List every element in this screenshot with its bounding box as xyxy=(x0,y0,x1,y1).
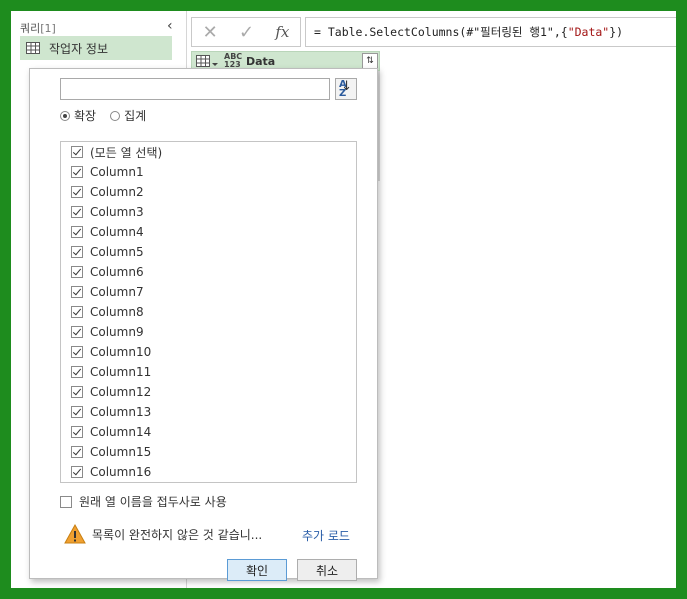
radio-aggregate[interactable]: 집계 xyxy=(110,107,146,124)
column-item[interactable]: Column15 xyxy=(71,442,151,462)
checkbox[interactable] xyxy=(71,466,83,478)
column-item[interactable]: Column12 xyxy=(71,382,151,402)
use-prefix-option[interactable]: 원래 열 이름을 접두사로 사용 xyxy=(60,493,227,510)
column-name: Data xyxy=(246,54,276,68)
checkbox[interactable] xyxy=(71,346,83,358)
query-item-label: 작업자 정보 xyxy=(49,41,109,56)
column-item-label: Column15 xyxy=(90,445,152,459)
queries-header: 쿼리[1] xyxy=(20,20,56,36)
checkbox[interactable] xyxy=(71,266,83,278)
checkbox[interactable] xyxy=(71,426,83,438)
formula-suffix: }) xyxy=(609,25,624,39)
column-item[interactable]: Column8 xyxy=(71,302,144,322)
column-item[interactable]: Column14 xyxy=(71,422,151,442)
column-item-label: Column6 xyxy=(90,265,144,279)
checkbox[interactable] xyxy=(71,226,83,238)
column-item-label: Column5 xyxy=(90,245,144,259)
column-item-label: Column10 xyxy=(90,345,152,359)
checkbox[interactable] xyxy=(71,306,83,318)
power-query-window: 쿼리[1] ‹ 작업자 정보 ✕ ✓ fx = Table.SelectColu… xyxy=(11,11,676,588)
queries-title: 쿼리 xyxy=(20,22,41,35)
radio-expand-label: 확장 xyxy=(74,109,97,123)
expand-column-icon[interactable]: ⇅ xyxy=(362,53,378,69)
expand-column-popup: A Z ↓ 확장 집계 (모든 열 선택) Column1 Column2 Co… xyxy=(29,68,378,581)
radio-aggregate-indicator xyxy=(110,110,121,121)
use-prefix-label: 원래 열 이름을 접두사로 사용 xyxy=(79,495,227,509)
checkbox[interactable] xyxy=(71,206,83,218)
warning-icon xyxy=(64,524,86,544)
column-item-label: Column12 xyxy=(90,385,152,399)
column-item[interactable]: Column4 xyxy=(71,222,144,242)
sort-az-button[interactable]: A Z ↓ xyxy=(335,78,357,100)
checkbox[interactable] xyxy=(71,366,83,378)
sort-arrow-icon: ↓ xyxy=(341,79,352,94)
column-item-label: Column11 xyxy=(90,365,152,379)
column-list[interactable]: (모든 열 선택) Column1 Column2 Column3 Column… xyxy=(60,141,357,483)
confirm-edit-icon[interactable]: ✓ xyxy=(239,22,254,43)
column-item[interactable]: Column7 xyxy=(71,282,144,302)
column-item-label: Column13 xyxy=(90,405,152,419)
column-item[interactable]: Column5 xyxy=(71,242,144,262)
column-item[interactable]: (모든 열 선택) xyxy=(71,142,162,162)
mode-radio-group: 확장 집계 xyxy=(60,107,146,124)
radio-aggregate-label: 집계 xyxy=(124,109,147,123)
column-item-label: Column4 xyxy=(90,225,144,239)
column-item[interactable]: Column13 xyxy=(71,402,151,422)
column-item[interactable]: Column2 xyxy=(71,182,144,202)
column-item[interactable]: Column6 xyxy=(71,262,144,282)
column-item[interactable]: Column10 xyxy=(71,342,151,362)
incomplete-list-warning: 목록이 완전하지 않은 것 같습니... xyxy=(64,524,262,544)
column-item-label: Column1 xyxy=(90,165,144,179)
column-item-label: Column7 xyxy=(90,285,144,299)
checkbox[interactable] xyxy=(71,386,83,398)
column-item[interactable]: Column3 xyxy=(71,202,144,222)
formula-prefix: = Table.SelectColumns(#"필터링된 행1",{ xyxy=(314,25,568,39)
table-icon xyxy=(26,42,40,54)
column-item[interactable]: Column9 xyxy=(71,322,144,342)
column-item-label: Column16 xyxy=(90,465,152,479)
use-prefix-checkbox[interactable] xyxy=(60,495,72,508)
checkbox[interactable] xyxy=(71,186,83,198)
column-item[interactable]: Column16 xyxy=(71,462,151,482)
warning-text: 목록이 완전하지 않은 것 같습니... xyxy=(92,527,263,542)
search-input[interactable] xyxy=(60,78,330,100)
queries-count: [1] xyxy=(40,22,56,35)
cancel-button[interactable]: 취소 xyxy=(297,559,357,581)
column-item[interactable]: Column11 xyxy=(71,362,151,382)
column-item-label: Column2 xyxy=(90,185,144,199)
column-item-label: Column8 xyxy=(90,305,144,319)
query-item-worker-info[interactable]: 작업자 정보 xyxy=(20,36,172,60)
radio-expand[interactable]: 확장 xyxy=(60,107,96,124)
checkbox[interactable] xyxy=(71,286,83,298)
formula-bar[interactable]: = Table.SelectColumns(#"필터링된 행1",{"Data"… xyxy=(305,17,676,47)
column-item-label: Column14 xyxy=(90,425,152,439)
checkbox[interactable] xyxy=(71,406,83,418)
ok-button[interactable]: 확인 xyxy=(227,559,287,581)
checkbox[interactable] xyxy=(71,246,83,258)
checkbox[interactable] xyxy=(71,326,83,338)
collapse-pane-icon[interactable]: ‹ xyxy=(167,18,173,34)
column-item-label: Column9 xyxy=(90,325,144,339)
column-item[interactable]: Column1 xyxy=(71,162,144,182)
radio-expand-indicator xyxy=(60,110,70,121)
checkbox[interactable] xyxy=(71,446,83,458)
table-type-icon[interactable] xyxy=(196,54,218,68)
checkbox[interactable] xyxy=(71,146,83,158)
any-type-label: ABC 123 xyxy=(224,53,242,69)
checkbox[interactable] xyxy=(71,166,83,178)
cancel-edit-icon[interactable]: ✕ xyxy=(203,22,218,43)
formula-string: "Data" xyxy=(567,25,610,39)
fx-icon[interactable]: fx xyxy=(275,23,289,41)
column-item-label: (모든 열 선택) xyxy=(90,145,163,160)
formula-bar-controls: ✕ ✓ fx xyxy=(191,17,301,47)
column-item-label: Column3 xyxy=(90,205,144,219)
load-more-link[interactable]: 추가 로드 xyxy=(302,527,350,544)
